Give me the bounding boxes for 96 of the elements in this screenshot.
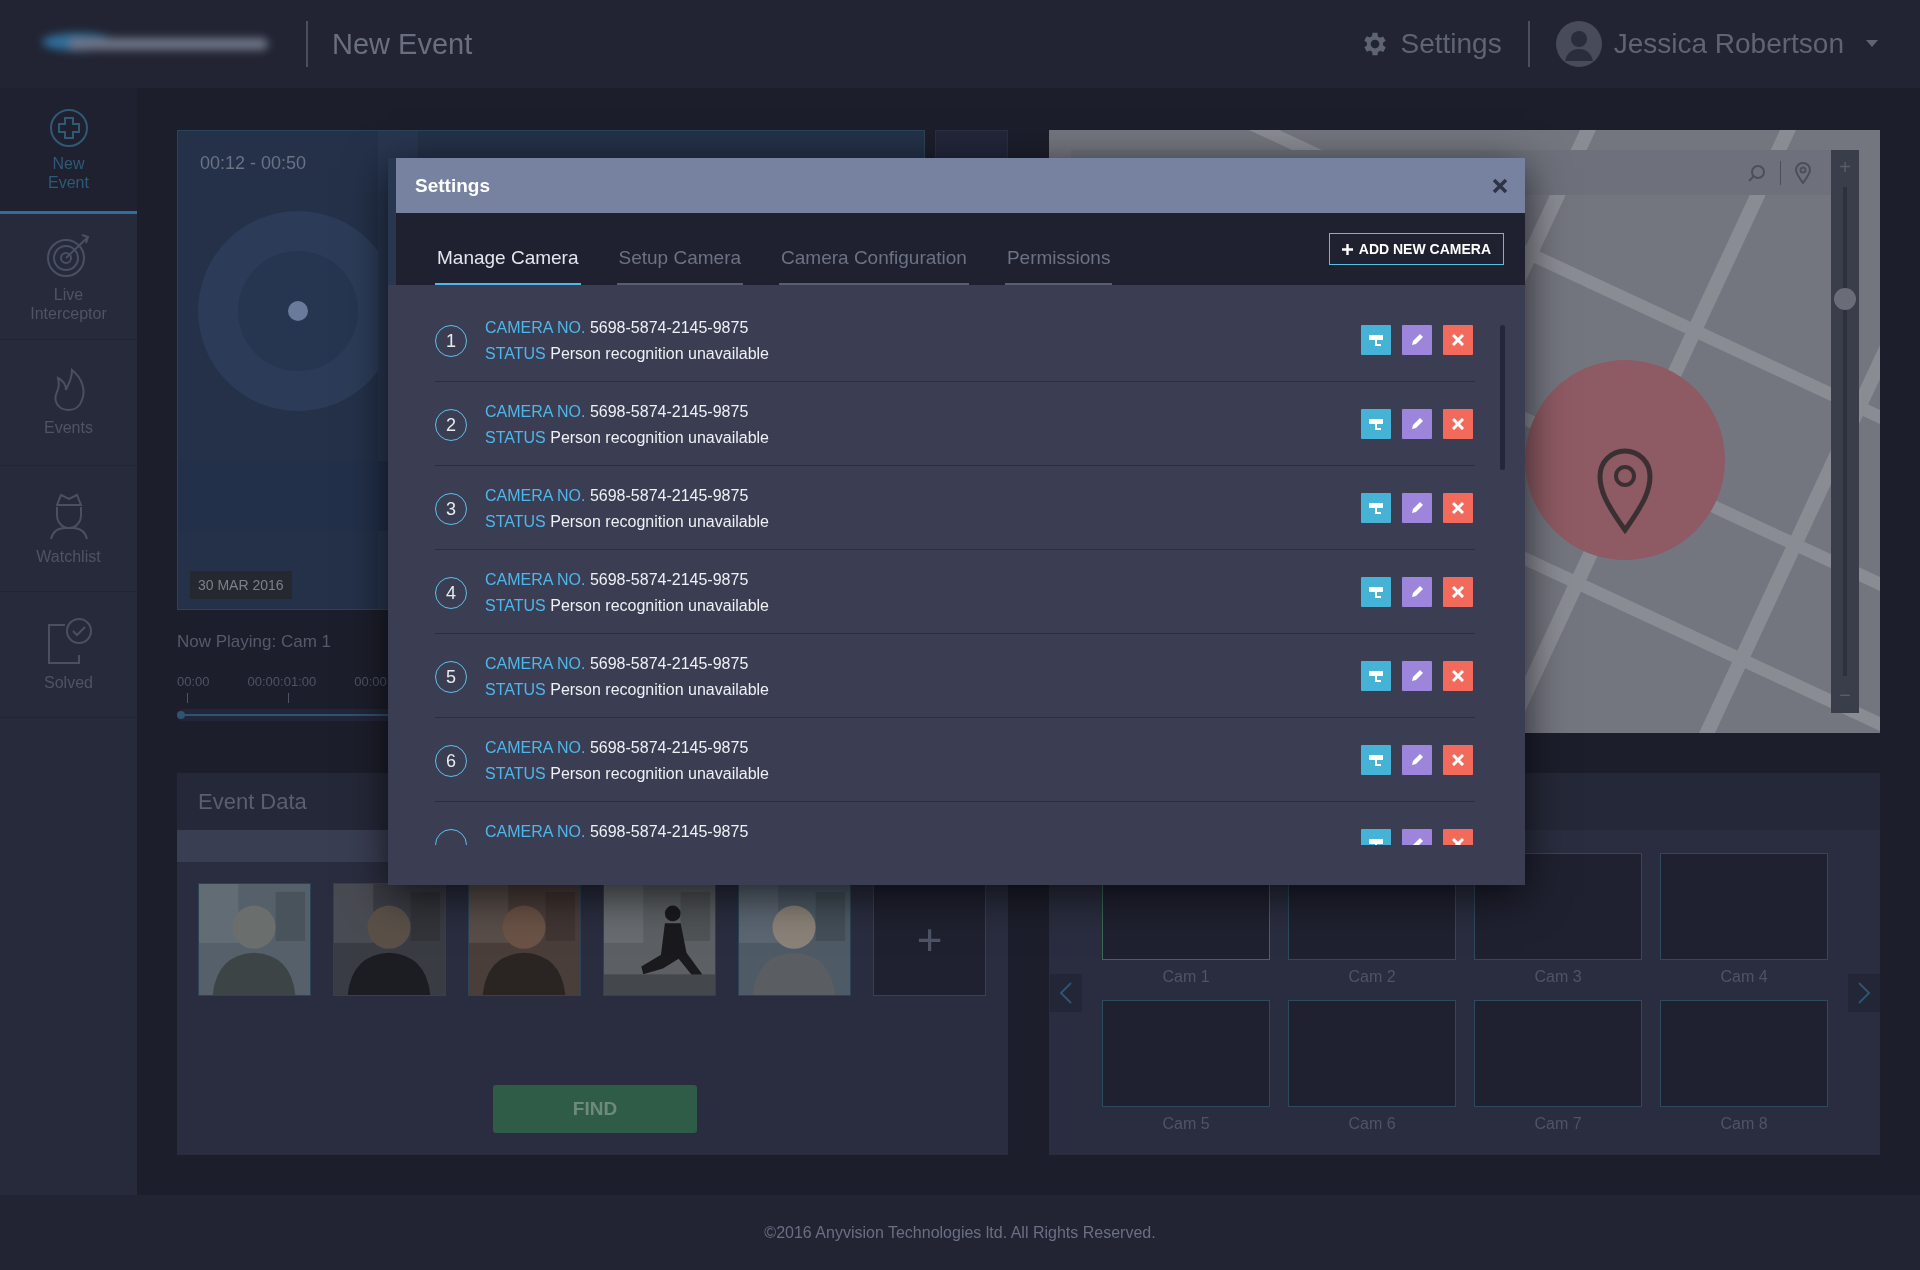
camera-icon: [1368, 333, 1384, 347]
camera-number-label: CAMERA NO.: [485, 319, 586, 336]
page-title: New Event: [332, 27, 473, 61]
caret-icon[interactable]: [1866, 40, 1878, 48]
close-icon: [1452, 754, 1464, 766]
edit-button[interactable]: [1402, 325, 1432, 355]
close-icon: [1452, 586, 1464, 598]
close-icon: [1452, 670, 1464, 682]
camera-tile[interactable]: [1102, 1000, 1270, 1107]
zoom-in-button[interactable]: +: [1839, 156, 1851, 179]
plus-icon: [1341, 243, 1353, 255]
camera-button[interactable]: [1361, 409, 1391, 439]
camera-number: 5698-5874-2145-9875: [589, 655, 749, 672]
status-text: Person recognition unavailable: [550, 597, 769, 614]
camera-button[interactable]: [1361, 325, 1391, 355]
camera-number: 5698-5874-2145-9875: [589, 319, 749, 336]
camera-number: 5698-5874-2145-9875: [589, 487, 749, 504]
camera-button[interactable]: [1361, 577, 1391, 607]
camera-tile[interactable]: [1660, 1000, 1828, 1107]
location-pin-icon[interactable]: [1795, 161, 1811, 184]
status-text: Person recognition unavailable: [550, 681, 769, 698]
camera-button[interactable]: [1361, 745, 1391, 775]
left-chevron-icon: [1059, 981, 1073, 1005]
camera-number-label: CAMERA NO.: [485, 571, 586, 588]
camera-icon: [1368, 417, 1384, 431]
camera-number-label: CAMERA NO.: [485, 487, 586, 504]
edit-button[interactable]: [1402, 493, 1432, 523]
now-playing-label: Now Playing: Cam 1: [177, 632, 332, 652]
delete-button[interactable]: [1443, 325, 1473, 355]
close-icon: [1452, 502, 1464, 514]
plus-circle-icon: [48, 107, 89, 148]
edit-button[interactable]: [1402, 577, 1432, 607]
status-text: Person recognition unavailable: [550, 345, 769, 362]
status-text: Person recognition unavailable: [550, 513, 769, 530]
close-icon: [1452, 334, 1464, 346]
pencil-icon: [1410, 501, 1424, 515]
status-label: STATUS: [485, 597, 546, 614]
add-photo-button[interactable]: +: [873, 883, 986, 996]
camera-tile[interactable]: [1288, 1000, 1456, 1107]
camera-number-label: CAMERA NO.: [485, 403, 586, 420]
zoom-control[interactable]: + −: [1831, 150, 1859, 713]
camera-icon: [1368, 753, 1384, 767]
status-label: STATUS: [485, 513, 546, 530]
camera-number: 5698-5874-2145-9875: [589, 403, 749, 420]
camera-number: 5698-5874-2145-9875: [589, 739, 749, 756]
zoom-slider-thumb[interactable]: [1834, 288, 1856, 311]
pencil-icon: [1410, 585, 1424, 599]
zoom-out-button[interactable]: −: [1839, 684, 1851, 707]
edit-button[interactable]: [1402, 745, 1432, 775]
camera-icon: [1368, 669, 1384, 683]
close-button[interactable]: [1493, 178, 1507, 193]
edit-button[interactable]: [1402, 661, 1432, 691]
camera-icon: [1368, 585, 1384, 599]
nav-item[interactable]: New Event: [0, 88, 137, 214]
pencil-icon: [1410, 417, 1424, 431]
delete-button[interactable]: [1443, 409, 1473, 439]
status-text: Person recognition unavailable: [550, 429, 769, 446]
search-icon[interactable]: [1748, 163, 1766, 182]
next-button[interactable]: [1848, 974, 1880, 1012]
timeline-label: 00:00:01:00: [247, 674, 317, 689]
delete-button[interactable]: [1443, 661, 1473, 691]
close-icon: [1452, 418, 1464, 430]
camera-icon: [1368, 501, 1384, 515]
delete-button[interactable]: [1443, 577, 1473, 607]
scrollbar[interactable]: [1500, 325, 1505, 470]
user-name[interactable]: Jessica Robertson: [1613, 28, 1844, 60]
previous-button[interactable]: [1050, 974, 1082, 1012]
timeline-label: 00:00: [177, 674, 210, 689]
camera-number: 5698-5874-2145-9875: [589, 571, 749, 588]
right-chevron-icon: [1857, 981, 1871, 1005]
camera-tile[interactable]: [1474, 853, 1642, 960]
settings-link[interactable]: Settings: [1360, 28, 1502, 60]
status-label: STATUS: [485, 345, 546, 362]
pencil-icon: [1410, 333, 1424, 347]
status-label: STATUS: [485, 681, 546, 698]
delete-button[interactable]: [1443, 493, 1473, 523]
camera-number-label: CAMERA NO.: [485, 739, 586, 756]
date-badge: 30 MAR 2016: [190, 571, 292, 599]
close-icon: [1493, 178, 1507, 193]
camera-button[interactable]: [1361, 661, 1391, 691]
find-button[interactable]: FIND: [493, 1085, 697, 1133]
delete-button[interactable]: [1443, 745, 1473, 775]
camera-tile[interactable]: [1474, 1000, 1642, 1107]
pencil-icon: [1410, 753, 1424, 767]
edit-button[interactable]: [1402, 409, 1432, 439]
camera-button[interactable]: [1361, 493, 1391, 523]
time-range: 00:12 - 00:50: [200, 153, 307, 174]
slider-thumb[interactable]: [177, 711, 185, 719]
pencil-icon: [1410, 669, 1424, 683]
modal-title: Settings: [415, 174, 490, 197]
add-camera-button[interactable]: ADD NEW CAMERA: [1328, 233, 1504, 265]
copyright-text: ©2016 Anyvision Technologies ltd. All Rights Reserved.: [764, 1223, 1156, 1242]
camera-number-label: CAMERA NO.: [485, 655, 586, 672]
status-label: STATUS: [485, 429, 546, 446]
camera-tile[interactable]: [1660, 853, 1828, 960]
avatar-icon[interactable]: [1555, 21, 1602, 67]
